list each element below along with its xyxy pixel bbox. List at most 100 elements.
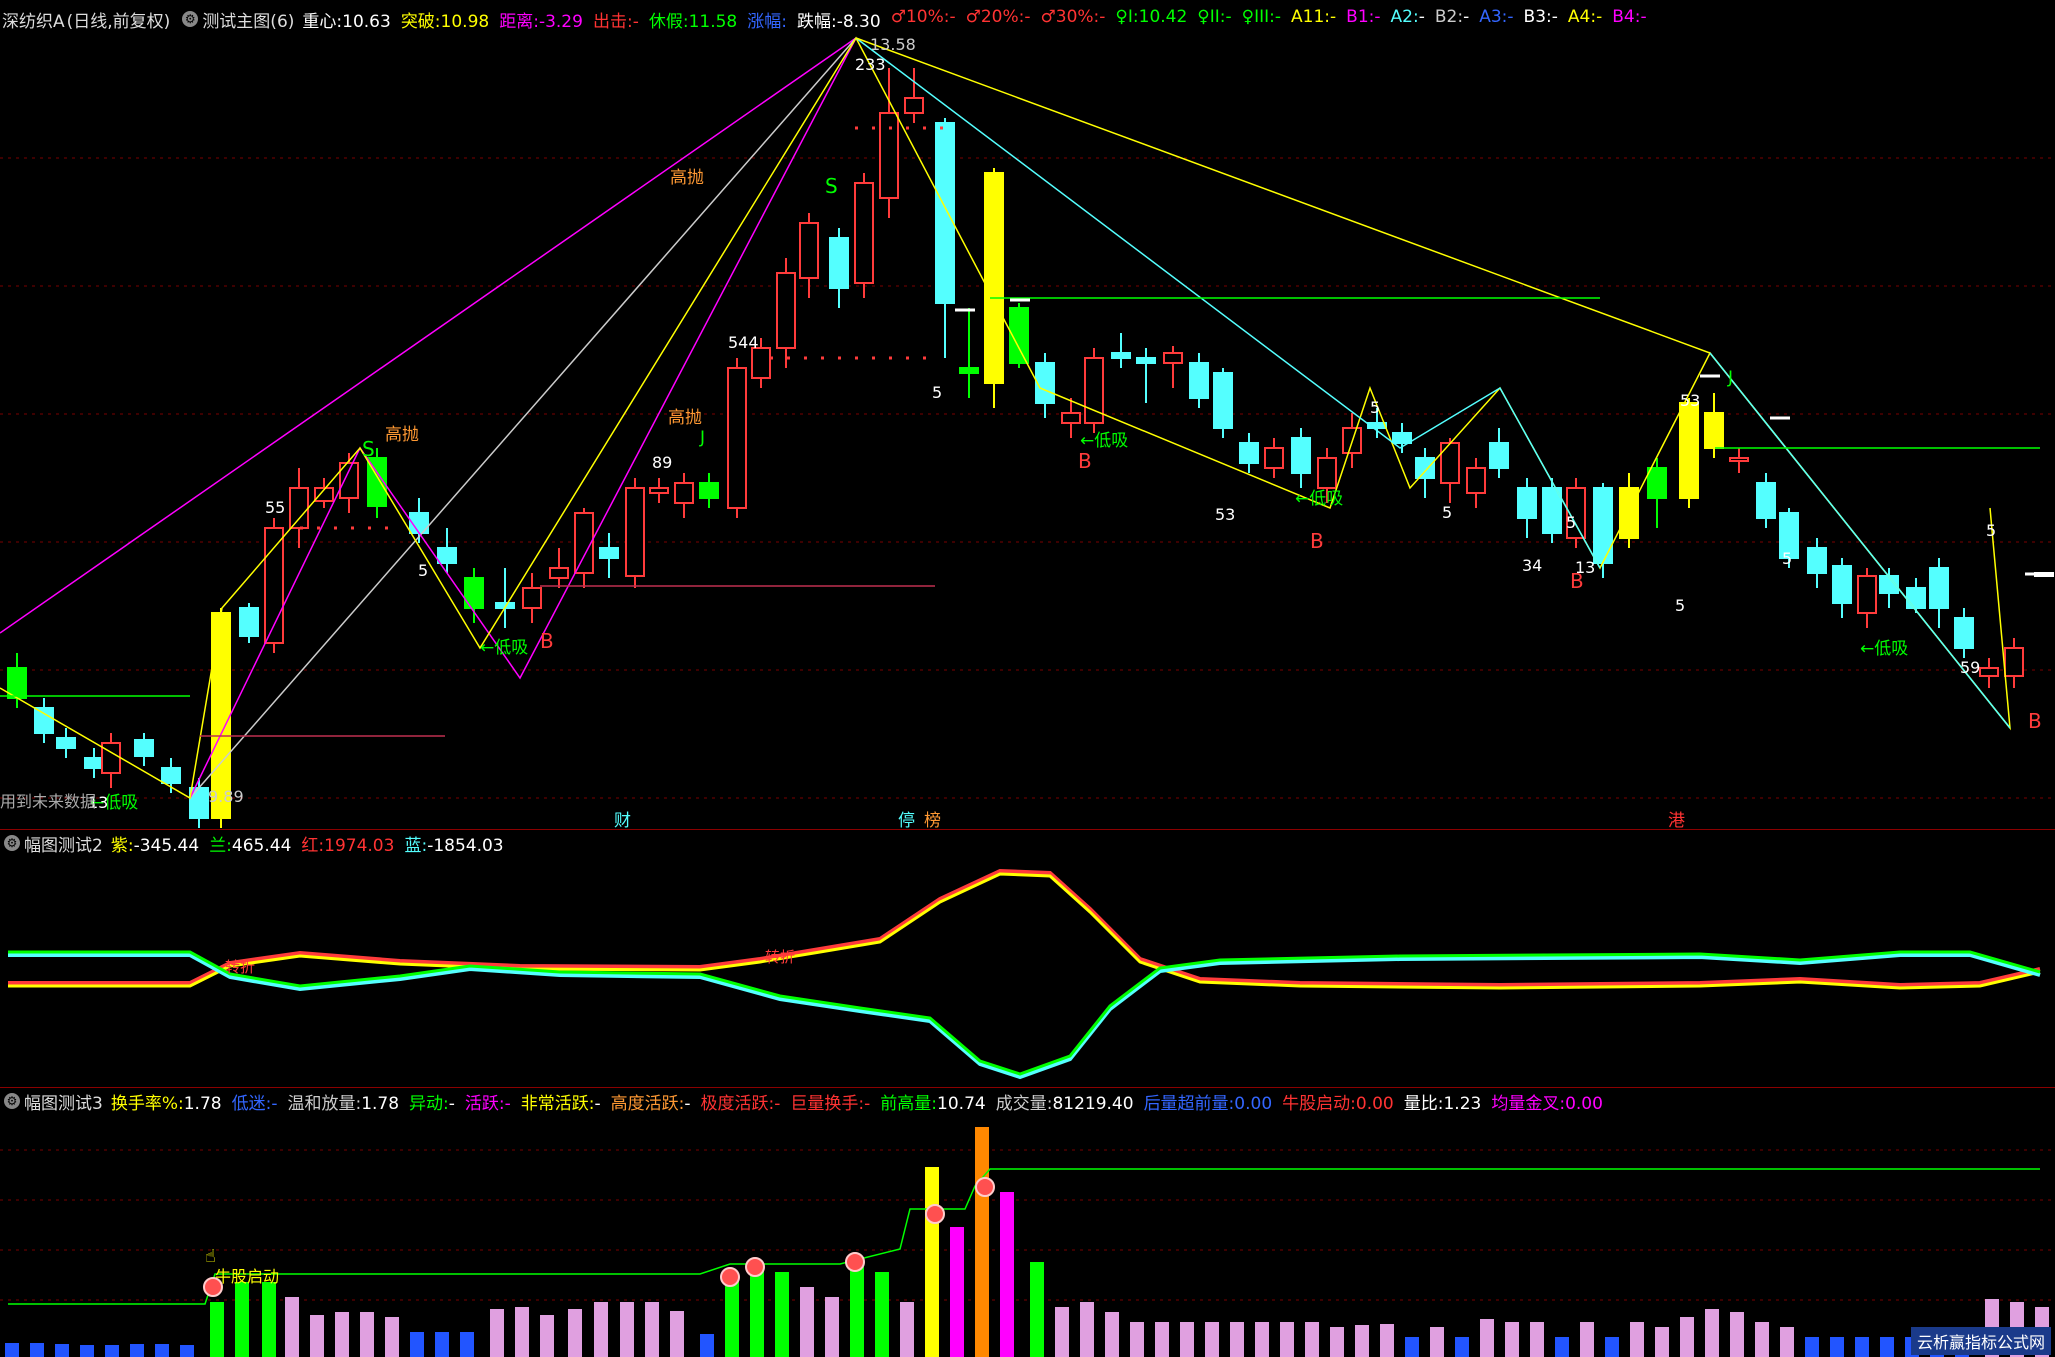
ind2-item-value: 465.44 — [231, 835, 292, 856]
trend-line-yellow — [855, 37, 2011, 731]
event-marker-gang[interactable]: 港 — [1668, 806, 1685, 831]
volume-bar — [360, 1312, 374, 1357]
turnover-volume-chart[interactable]: 牛股启动☝ — [0, 1114, 2055, 1357]
ind3-item-value: - — [684, 1093, 691, 1114]
turning-point-label: 转折 — [765, 948, 795, 966]
volume-bar — [1055, 1307, 1069, 1357]
volume-bar — [1605, 1337, 1619, 1357]
ind2-item-label: 紫: — [110, 835, 134, 856]
volume-bar — [950, 1227, 964, 1357]
ind3-item-value: - — [504, 1093, 511, 1114]
volume-bar — [620, 1302, 634, 1357]
main-item-label: ♀II: — [1197, 6, 1226, 27]
j-mark: J — [699, 428, 705, 448]
ind3-item-value: - — [864, 1093, 871, 1114]
main-item-value: - — [1463, 6, 1470, 27]
volume-bar — [1305, 1322, 1319, 1357]
main-item-value: 10.42 — [1138, 6, 1188, 27]
candle-body — [1489, 442, 1509, 469]
candle-body — [1954, 617, 1974, 649]
ind3-item-label: 非常活跃: — [520, 1093, 595, 1114]
settings-icon[interactable]: ⚙ — [182, 11, 199, 27]
candlestick-chart[interactable]: 13.589.89高抛高抛高抛←低吸←低吸←低吸←低吸←低吸SSBBBBBJJ1… — [0, 28, 2055, 828]
main-item-label: B4: — [1612, 6, 1641, 27]
volume-bar — [262, 1282, 276, 1357]
ind3-item: 高度活跃:- — [611, 1089, 691, 1114]
ind3-item-value: 0.00 — [1234, 1093, 1273, 1114]
ind3-item-label: 巨量换手: — [790, 1093, 865, 1114]
candle-body — [625, 487, 645, 577]
volume-bar — [1805, 1337, 1819, 1357]
event-marker-bang[interactable]: 榜 — [924, 806, 941, 831]
wave-count-number: 5 — [1782, 549, 1792, 568]
wave-count-number: 5 — [1566, 513, 1576, 532]
buy-low-label: ←低吸 — [1860, 639, 1908, 659]
volume-bar — [1755, 1322, 1769, 1357]
volume-bar — [130, 1344, 144, 1357]
series-blue-line — [8, 953, 2041, 1080]
surge-ball-icon — [975, 1177, 995, 1197]
main-item-value: - — [1507, 6, 1514, 27]
wave-count-number: 5 — [1986, 521, 1996, 540]
wave-count-number: 5 — [1675, 596, 1685, 615]
buy-signal-b: B — [1078, 449, 1092, 473]
event-marker-cai[interactable]: 财 — [614, 806, 631, 831]
volume-bar — [1330, 1327, 1344, 1357]
ind3-item: 量比:1.23 — [1404, 1089, 1482, 1114]
volume-bar — [285, 1297, 299, 1357]
ind3-item-label: 温和放量: — [287, 1093, 362, 1114]
candle-body — [904, 97, 924, 114]
oscillator-chart[interactable]: 转折转折 — [0, 856, 2055, 1086]
wave-count-number: 5 — [418, 561, 428, 580]
volume-bar — [1455, 1337, 1469, 1357]
candle-body — [101, 742, 121, 774]
settings-icon[interactable]: ⚙ — [4, 1093, 20, 1109]
j-mark: J — [1727, 368, 1733, 388]
volume-bar — [105, 1345, 119, 1357]
event-marker-ting[interactable]: 停 — [898, 806, 915, 831]
volume-bar — [1530, 1322, 1544, 1357]
ind2-item: 紫:-345.44 — [111, 831, 199, 856]
volume-bar — [775, 1272, 789, 1357]
volume-bar — [1180, 1322, 1194, 1357]
volume-bar — [1655, 1327, 1669, 1357]
ind2-item-label: 兰: — [209, 835, 232, 856]
candle-body — [959, 367, 979, 374]
main-item-value: - — [1024, 6, 1031, 27]
volume-bar — [80, 1345, 94, 1357]
ind3-item-value: 1.78 — [183, 1093, 222, 1114]
trend-line-white — [189, 37, 857, 799]
sell-signal-s: S — [825, 174, 838, 198]
volume-bar — [1630, 1322, 1644, 1357]
sell-signal-s: S — [362, 437, 375, 461]
sell-high-label: 高抛 — [668, 408, 702, 428]
volume-bar — [800, 1287, 814, 1357]
volume-bar — [825, 1297, 839, 1357]
volume-bar — [1000, 1192, 1014, 1357]
candle-body — [829, 237, 849, 289]
candle-body — [1440, 442, 1460, 484]
main-item-label: B3: — [1523, 6, 1552, 27]
volume-bar — [1080, 1302, 1094, 1357]
main-item-label: B1: — [1346, 6, 1375, 27]
ind2-item-value: -1854.03 — [427, 835, 504, 856]
ind2-name[interactable]: 幅图测试2 — [24, 831, 103, 856]
volume-bar — [1105, 1312, 1119, 1357]
volume-bar — [1380, 1324, 1394, 1357]
volume-bar — [1880, 1337, 1894, 1357]
hand-pointer-icon: ☝ — [205, 1246, 216, 1267]
settings-icon[interactable]: ⚙ — [4, 835, 20, 851]
wave-count-number: 5 — [1442, 503, 1452, 522]
candle-body — [84, 757, 104, 769]
candle-body — [134, 739, 154, 757]
ind3-item-label: 后量超前量: — [1143, 1093, 1235, 1114]
main-item-label: A4: — [1567, 6, 1597, 27]
ind3-name[interactable]: 幅图测试3 — [24, 1089, 103, 1114]
volume-bar — [1205, 1322, 1219, 1357]
volume-bar — [1555, 1337, 1569, 1357]
volume-bar — [1030, 1262, 1044, 1357]
candle-body — [699, 482, 719, 499]
candle-body — [1593, 487, 1613, 564]
volume-bar — [594, 1302, 608, 1357]
candle-body — [239, 607, 259, 637]
